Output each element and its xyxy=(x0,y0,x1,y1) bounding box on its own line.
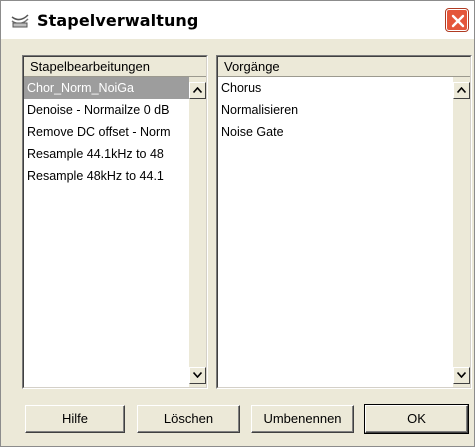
list-item[interactable]: Resample 44.1kHz to 48 xyxy=(24,143,189,165)
list-item[interactable]: Remove DC offset - Norm xyxy=(24,121,189,143)
ok-button[interactable]: OK xyxy=(364,404,469,434)
list-item[interactable]: Resample 48kHz to 44.1 xyxy=(24,165,189,187)
close-icon xyxy=(451,14,465,28)
left-scrollbar[interactable] xyxy=(189,77,206,387)
batch-icon xyxy=(11,14,29,28)
arrow-down-icon xyxy=(457,372,466,378)
list-item[interactable]: Normalisieren xyxy=(218,99,453,121)
scroll-up-button[interactable] xyxy=(189,82,206,99)
arrow-down-icon xyxy=(193,372,202,378)
batch-processes-list[interactable]: Chor_Norm_NoiGa Denoise - Normailze 0 dB… xyxy=(24,77,189,387)
list-item[interactable]: Noise Gate xyxy=(218,121,453,143)
batch-processes-header: Stapelbearbeitungen xyxy=(24,57,206,77)
batch-processes-panel: Stapelbearbeitungen Chor_Norm_NoiGa Deno… xyxy=(22,55,208,389)
batch-manager-dialog: Stapelverwaltung Stapelbearbeitungen Cho… xyxy=(0,0,475,447)
right-scrollbar[interactable] xyxy=(453,77,470,387)
window-title: Stapelverwaltung xyxy=(37,11,199,30)
scroll-up-button[interactable] xyxy=(453,82,470,99)
arrow-up-icon xyxy=(457,87,466,93)
scroll-down-button[interactable] xyxy=(453,367,470,384)
help-button[interactable]: Hilfe xyxy=(25,405,125,433)
operations-panel: Vorgänge Chorus Normalisieren Noise Gate xyxy=(216,55,472,389)
list-item[interactable]: Chorus xyxy=(218,77,453,99)
delete-button[interactable]: Löschen xyxy=(137,405,240,433)
title-bar[interactable]: Stapelverwaltung xyxy=(1,1,474,39)
operations-header: Vorgänge xyxy=(218,57,470,77)
arrow-up-icon xyxy=(193,87,202,93)
list-item[interactable]: Denoise - Normailze 0 dB xyxy=(24,99,189,121)
rename-button[interactable]: Umbenennen xyxy=(251,405,354,433)
operations-list[interactable]: Chorus Normalisieren Noise Gate xyxy=(218,77,453,387)
scroll-down-button[interactable] xyxy=(189,367,206,384)
list-item[interactable]: Chor_Norm_NoiGa xyxy=(24,77,189,99)
close-button[interactable] xyxy=(445,8,469,32)
